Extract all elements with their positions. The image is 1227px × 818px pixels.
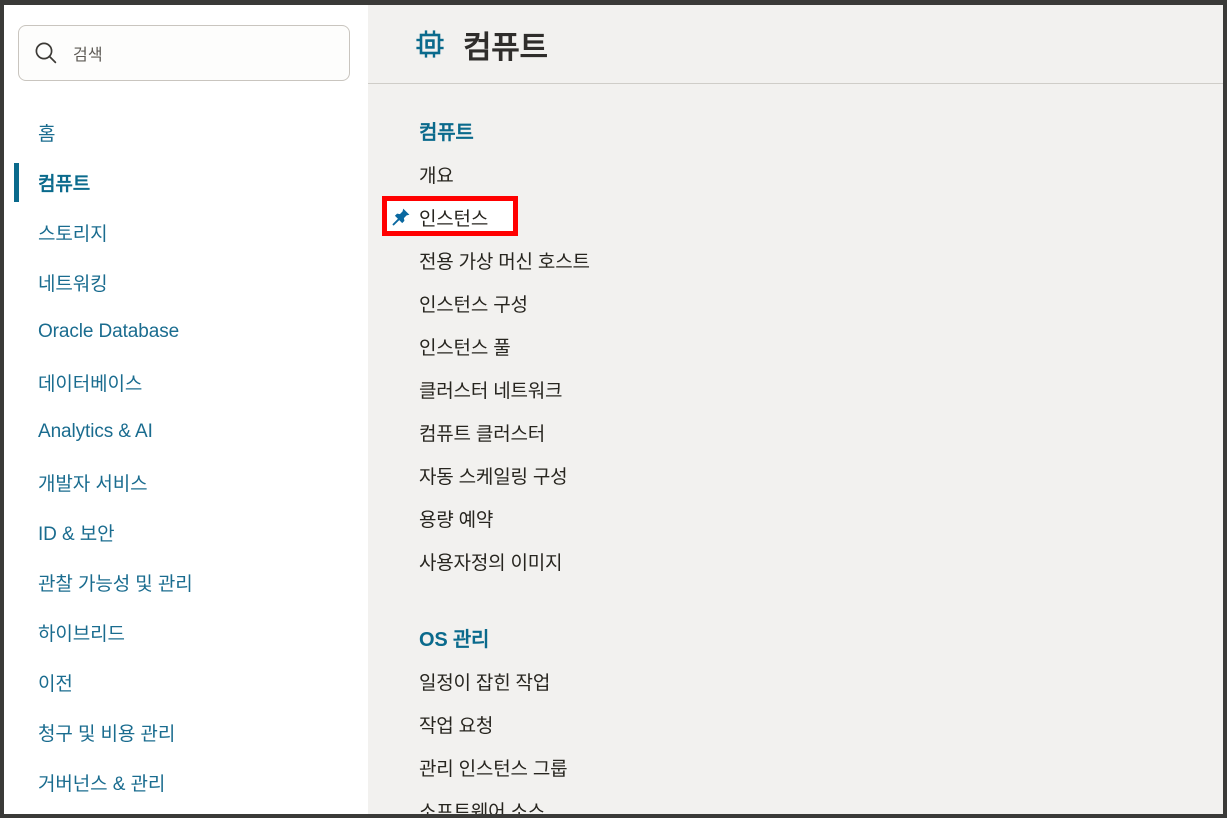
sidebar-item-label: 관찰 가능성 및 관리 bbox=[38, 573, 193, 595]
menu-item-software-sources[interactable]: 소프트웨어 소스 bbox=[368, 789, 1223, 814]
sidebar-item-label: 네트워킹 bbox=[38, 273, 108, 295]
cpu-chip-icon bbox=[416, 30, 444, 58]
search-placeholder: 검색 bbox=[73, 47, 103, 64]
menu-item-work-requests[interactable]: 작업 요청 bbox=[368, 703, 1223, 746]
sidebar-item-billing-cost-management[interactable]: 청구 및 비용 관리 bbox=[4, 707, 368, 757]
section-title-os-management: OS 관리 bbox=[419, 629, 490, 651]
main-header: 컴퓨트 bbox=[368, 5, 1223, 84]
sidebar-item-label: 데이터베이스 bbox=[38, 373, 143, 395]
sidebar-item-label: 홈 bbox=[38, 123, 56, 145]
page-title: 컴퓨트 bbox=[463, 29, 548, 65]
menu-item-managed-instance-groups[interactable]: 관리 인스턴스 그룹 bbox=[368, 746, 1223, 789]
menu-item-label: 전용 가상 머신 호스트 bbox=[419, 252, 590, 273]
sidebar-item-hybrid[interactable]: 하이브리드 bbox=[4, 607, 368, 657]
menu-item-custom-images[interactable]: 사용자정의 이미지 bbox=[368, 540, 1223, 583]
menu-item-label: 일정이 잡힌 작업 bbox=[419, 673, 551, 694]
menu-item-label: 컴퓨트 클러스터 bbox=[419, 424, 546, 445]
main-panel: 컴퓨트 컴퓨트 개요 인스턴스 전용 가상 머신 호스트 인스턴스 구성 인스턴… bbox=[368, 5, 1223, 814]
sidebar-item-label: 거버넌스 & 관리 bbox=[38, 773, 166, 795]
sidebar-item-label: 청구 및 비용 관리 bbox=[38, 723, 176, 745]
sidebar-item-governance-administration[interactable]: 거버넌스 & 관리 bbox=[4, 757, 368, 807]
menu-item-label: 관리 인스턴스 그룹 bbox=[419, 759, 568, 780]
sidebar-item-label: 이전 bbox=[38, 673, 73, 695]
menu-item-instance-configurations[interactable]: 인스턴스 구성 bbox=[368, 282, 1223, 325]
sidebar-item-oracle-database[interactable]: Oracle Database bbox=[4, 307, 368, 357]
section-divider-space bbox=[368, 589, 1223, 613]
menu-item-label: 소프트웨어 소스 bbox=[419, 802, 546, 814]
sidebar-item-analytics-ai[interactable]: Analytics & AI bbox=[4, 407, 368, 457]
menu-item-compute-clusters[interactable]: 컴퓨트 클러스터 bbox=[368, 411, 1223, 454]
sidebar-item-label: 개발자 서비스 bbox=[38, 473, 148, 495]
search-input[interactable]: 검색 bbox=[18, 25, 350, 81]
sidebar-item-observability-management[interactable]: 관찰 가능성 및 관리 bbox=[4, 557, 368, 607]
menu-item-scheduled-jobs[interactable]: 일정이 잡힌 작업 bbox=[368, 660, 1223, 703]
menu-item-label: 자동 스케일링 구성 bbox=[419, 467, 568, 488]
menu-item-cluster-networks[interactable]: 클러스터 네트워크 bbox=[368, 368, 1223, 411]
menu-item-instances[interactable]: 인스턴스 bbox=[368, 196, 1223, 239]
sidebar-item-label: Analytics & AI bbox=[38, 421, 153, 442]
section-title-compute: 컴퓨트 bbox=[419, 122, 474, 144]
menu-item-label: 용량 예약 bbox=[419, 510, 494, 531]
menu-item-label: 인스턴스 bbox=[419, 209, 489, 230]
menu-item-label: 사용자정의 이미지 bbox=[419, 553, 563, 574]
menu-item-label: 작업 요청 bbox=[419, 716, 494, 737]
menu-item-label: 인스턴스 풀 bbox=[419, 338, 511, 359]
pin-icon bbox=[392, 208, 410, 226]
sidebar-item-home[interactable]: 홈 bbox=[4, 107, 368, 157]
sidebar-item-networking[interactable]: 네트워킹 bbox=[4, 257, 368, 307]
main-body: 컴퓨트 개요 인스턴스 전용 가상 머신 호스트 인스턴스 구성 인스턴스 풀 … bbox=[368, 84, 1223, 814]
sidebar-item-label: 하이브리드 bbox=[38, 623, 125, 645]
sidebar-item-identity-security[interactable]: ID & 보안 bbox=[4, 507, 368, 557]
menu-item-dedicated-vm-hosts[interactable]: 전용 가상 머신 호스트 bbox=[368, 239, 1223, 282]
menu-section-compute: 컴퓨트 개요 인스턴스 전용 가상 머신 호스트 인스턴스 구성 인스턴스 풀 … bbox=[368, 106, 1223, 583]
search-container: 검색 bbox=[4, 5, 368, 81]
menu-item-autoscaling-configurations[interactable]: 자동 스케일링 구성 bbox=[368, 454, 1223, 497]
search-icon bbox=[35, 42, 57, 64]
menu-item-instance-pools[interactable]: 인스턴스 풀 bbox=[368, 325, 1223, 368]
sidebar-item-storage[interactable]: 스토리지 bbox=[4, 207, 368, 257]
sidebar-item-label: 스토리지 bbox=[38, 223, 108, 245]
sidebar: 검색 홈 컴퓨트 스토리지 네트워킹 Oracle Database 데이터베이… bbox=[4, 5, 368, 814]
menu-item-label: 개요 bbox=[419, 166, 454, 187]
sidebar-item-compute[interactable]: 컴퓨트 bbox=[4, 157, 368, 207]
sidebar-item-label: ID & 보안 bbox=[38, 523, 115, 545]
sidebar-item-databases[interactable]: 데이터베이스 bbox=[4, 357, 368, 407]
menu-item-label: 인스턴스 구성 bbox=[419, 295, 528, 316]
menu-list-compute: 개요 인스턴스 전용 가상 머신 호스트 인스턴스 구성 인스턴스 풀 클러스터… bbox=[368, 153, 1223, 583]
sidebar-item-label: Oracle Database bbox=[38, 321, 180, 342]
app-window: 검색 홈 컴퓨트 스토리지 네트워킹 Oracle Database 데이터베이… bbox=[0, 0, 1227, 818]
menu-list-os-management: 일정이 잡힌 작업 작업 요청 관리 인스턴스 그룹 소프트웨어 소스 bbox=[368, 660, 1223, 814]
sidebar-item-label: 컴퓨트 bbox=[38, 173, 91, 195]
sidebar-item-migration[interactable]: 이전 bbox=[4, 657, 368, 707]
menu-item-overview[interactable]: 개요 bbox=[368, 153, 1223, 196]
menu-item-label: 클러스터 네트워크 bbox=[419, 381, 563, 402]
menu-section-os-management: OS 관리 일정이 잡힌 작업 작업 요청 관리 인스턴스 그룹 소프트웨어 소… bbox=[368, 613, 1223, 814]
sidebar-nav: 홈 컴퓨트 스토리지 네트워킹 Oracle Database 데이터베이스 A… bbox=[4, 107, 368, 807]
menu-item-capacity-reservations[interactable]: 용량 예약 bbox=[368, 497, 1223, 540]
sidebar-item-developer-services[interactable]: 개발자 서비스 bbox=[4, 457, 368, 507]
